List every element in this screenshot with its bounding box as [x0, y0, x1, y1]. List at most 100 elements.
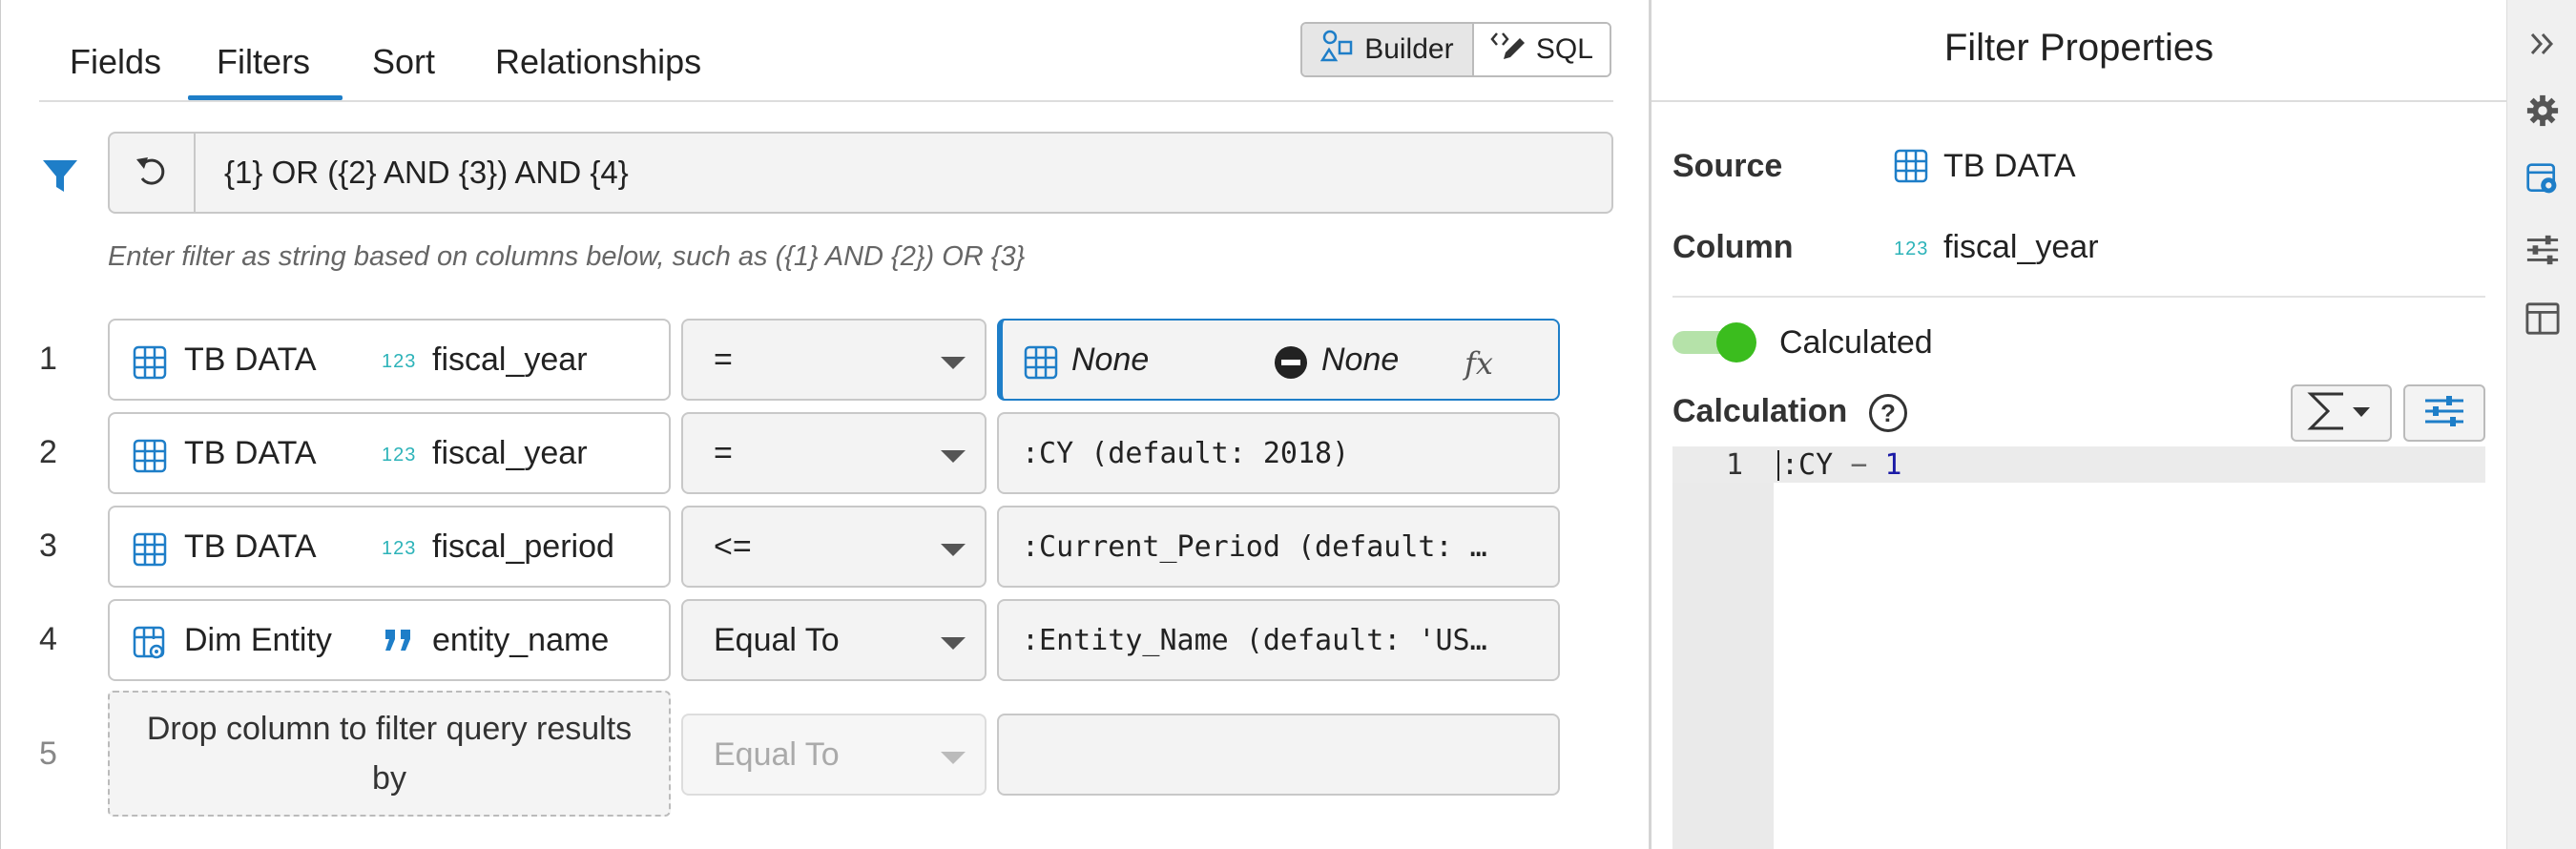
collapse-panel-icon[interactable]: [2525, 27, 2560, 61]
no-entry-icon: [1274, 345, 1308, 384]
sliders-icon[interactable]: [2525, 233, 2560, 267]
text-cursor: [1777, 450, 1779, 481]
filter-value-text: :CY (default: 2018): [1022, 437, 1350, 470]
source-label: Source: [1672, 148, 1783, 184]
calculation-label: Calculation: [1672, 393, 1848, 429]
calculated-label: Calculated: [1779, 324, 1933, 361]
column-name: entity_name: [432, 622, 610, 658]
column-name: fiscal_year: [432, 342, 588, 378]
filter-row-number: 2: [39, 434, 57, 470]
operator-value: Equal To: [714, 736, 840, 773]
operator-dropdown[interactable]: =: [681, 319, 987, 401]
aggregate-function-dropdown[interactable]: [2291, 384, 2392, 442]
filter-value-text: :Current_Period (default: …: [1022, 530, 1487, 564]
builder-button[interactable]: Builder: [1302, 24, 1474, 75]
operator-value: =: [714, 342, 733, 378]
chevron-down-icon: [941, 544, 966, 556]
mode-toggle: Builder SQL: [1300, 22, 1611, 77]
table-grid-icon: [133, 345, 167, 384]
function-fx-icon[interactable]: fx: [1465, 345, 1493, 382]
help-glyph: ?: [1880, 398, 1896, 427]
column-name: fiscal_year: [432, 435, 588, 471]
code-token: :CY: [1781, 448, 1851, 482]
builder-label: Builder: [1364, 33, 1454, 65]
tab-sort[interactable]: Sort: [372, 42, 435, 82]
active-tab-indicator: [188, 95, 343, 100]
column-name: fiscal_period: [432, 528, 614, 565]
numeric-type-icon: 123: [382, 538, 417, 559]
filter-properties-panel: Filter Properties Source TB DATA Column …: [1649, 0, 2506, 849]
tabs-divider: [39, 100, 1613, 102]
table-name: Dim Entity: [184, 622, 332, 658]
filter-row-number: 1: [39, 341, 57, 377]
section-divider: [1672, 296, 2485, 298]
numeric-type-icon: 123: [382, 351, 417, 372]
filter-value-field[interactable]: :CY (default: 2018): [997, 412, 1560, 494]
operator-value: Equal To: [714, 622, 840, 658]
fx-label: fx: [1465, 345, 1493, 382]
filter-value-field[interactable]: :Entity_Name (default: 'US…: [997, 599, 1560, 681]
filter-column-selector[interactable]: TB DATA 123 fiscal_year: [108, 319, 671, 401]
value-table-none: None: [1071, 342, 1150, 378]
text-type-quote-icon: [382, 624, 416, 661]
editor-gutter: [1672, 446, 1774, 849]
table-grid-icon: [1024, 345, 1058, 384]
layout-icon[interactable]: [2525, 301, 2560, 336]
query-editor-pane: Fields Filters Sort Relationships Builde…: [0, 0, 1649, 849]
chevron-down-icon: [941, 637, 966, 650]
code-number: 1: [1867, 448, 1902, 482]
filter-column-selector[interactable]: Dim Entity entity_name: [108, 599, 671, 681]
panel-divider: [1652, 100, 2506, 102]
filter-row-number: 3: [39, 528, 57, 564]
operator-value: =: [714, 435, 733, 471]
calculation-options-button[interactable]: [2403, 384, 2485, 442]
table-grid-icon: [133, 439, 167, 478]
chevron-down-icon: [941, 357, 966, 369]
help-question-icon[interactable]: ?: [1869, 394, 1907, 432]
calculated-toggle[interactable]: [1672, 322, 1756, 362]
source-value: TB DATA: [1943, 148, 2076, 184]
operator-dropdown[interactable]: Equal To: [681, 599, 987, 681]
filter-expression-hint: Enter filter as string based on columns …: [108, 241, 1026, 272]
sigma-sum-icon: [2305, 390, 2378, 437]
tab-relationships[interactable]: Relationships: [495, 42, 701, 82]
numeric-type-icon: 123: [382, 445, 417, 466]
filter-funnel-icon: [41, 157, 79, 200]
numeric-type-icon: 123: [1894, 238, 1929, 259]
tab-filters[interactable]: Filters: [217, 42, 310, 82]
drop-zone-text: Drop column to filter query results by: [146, 711, 633, 797]
side-rail: [2506, 0, 2576, 849]
linked-table-icon: [133, 626, 167, 665]
sliders-icon: [2423, 394, 2465, 433]
filter-column-selector[interactable]: TB DATA 123 fiscal_year: [108, 412, 671, 494]
column-value: fiscal_year: [1943, 229, 2099, 265]
settings-gear-icon[interactable]: [2525, 93, 2560, 128]
operator-dropdown-disabled: Equal To: [681, 714, 987, 796]
sql-label: SQL: [1535, 33, 1593, 65]
table-grid-icon: [1894, 149, 1928, 188]
filter-value-field-empty: [997, 714, 1560, 796]
code-line: :CY − 1: [1781, 448, 1901, 482]
undo-arrow-icon: [133, 152, 171, 195]
filter-expression-text: {1} OR ({2} AND {3}) AND {4}: [224, 155, 629, 190]
operator-dropdown[interactable]: <=: [681, 506, 987, 588]
table-name: TB DATA: [184, 342, 317, 378]
calculation-code-editor[interactable]: 1 :CY − 1: [1672, 446, 2485, 849]
reset-expression-button[interactable]: [110, 134, 196, 212]
toggle-knob: [1716, 322, 1756, 362]
filter-column-selector[interactable]: TB DATA 123 fiscal_period: [108, 506, 671, 588]
panel-title: Filter Properties: [1943, 27, 2214, 69]
tab-fields[interactable]: Fields: [70, 42, 161, 82]
column-label: Column: [1672, 229, 1794, 265]
operator-value: <=: [714, 528, 752, 565]
operator-dropdown[interactable]: =: [681, 412, 987, 494]
filter-value-field-selected[interactable]: None None fx: [997, 319, 1560, 401]
sql-button[interactable]: SQL: [1473, 24, 1610, 75]
builder-shapes-icon: [1319, 29, 1355, 71]
filter-value-text: :Entity_Name (default: 'US…: [1022, 624, 1487, 657]
filter-value-field[interactable]: :Current_Period (default: …: [997, 506, 1560, 588]
chevron-down-icon: [941, 450, 966, 463]
filter-properties-icon[interactable]: [2525, 162, 2560, 197]
filter-expression-input[interactable]: {1} OR ({2} AND {3}) AND {4}: [108, 132, 1613, 214]
drop-column-zone[interactable]: Drop column to filter query results by: [108, 691, 671, 817]
